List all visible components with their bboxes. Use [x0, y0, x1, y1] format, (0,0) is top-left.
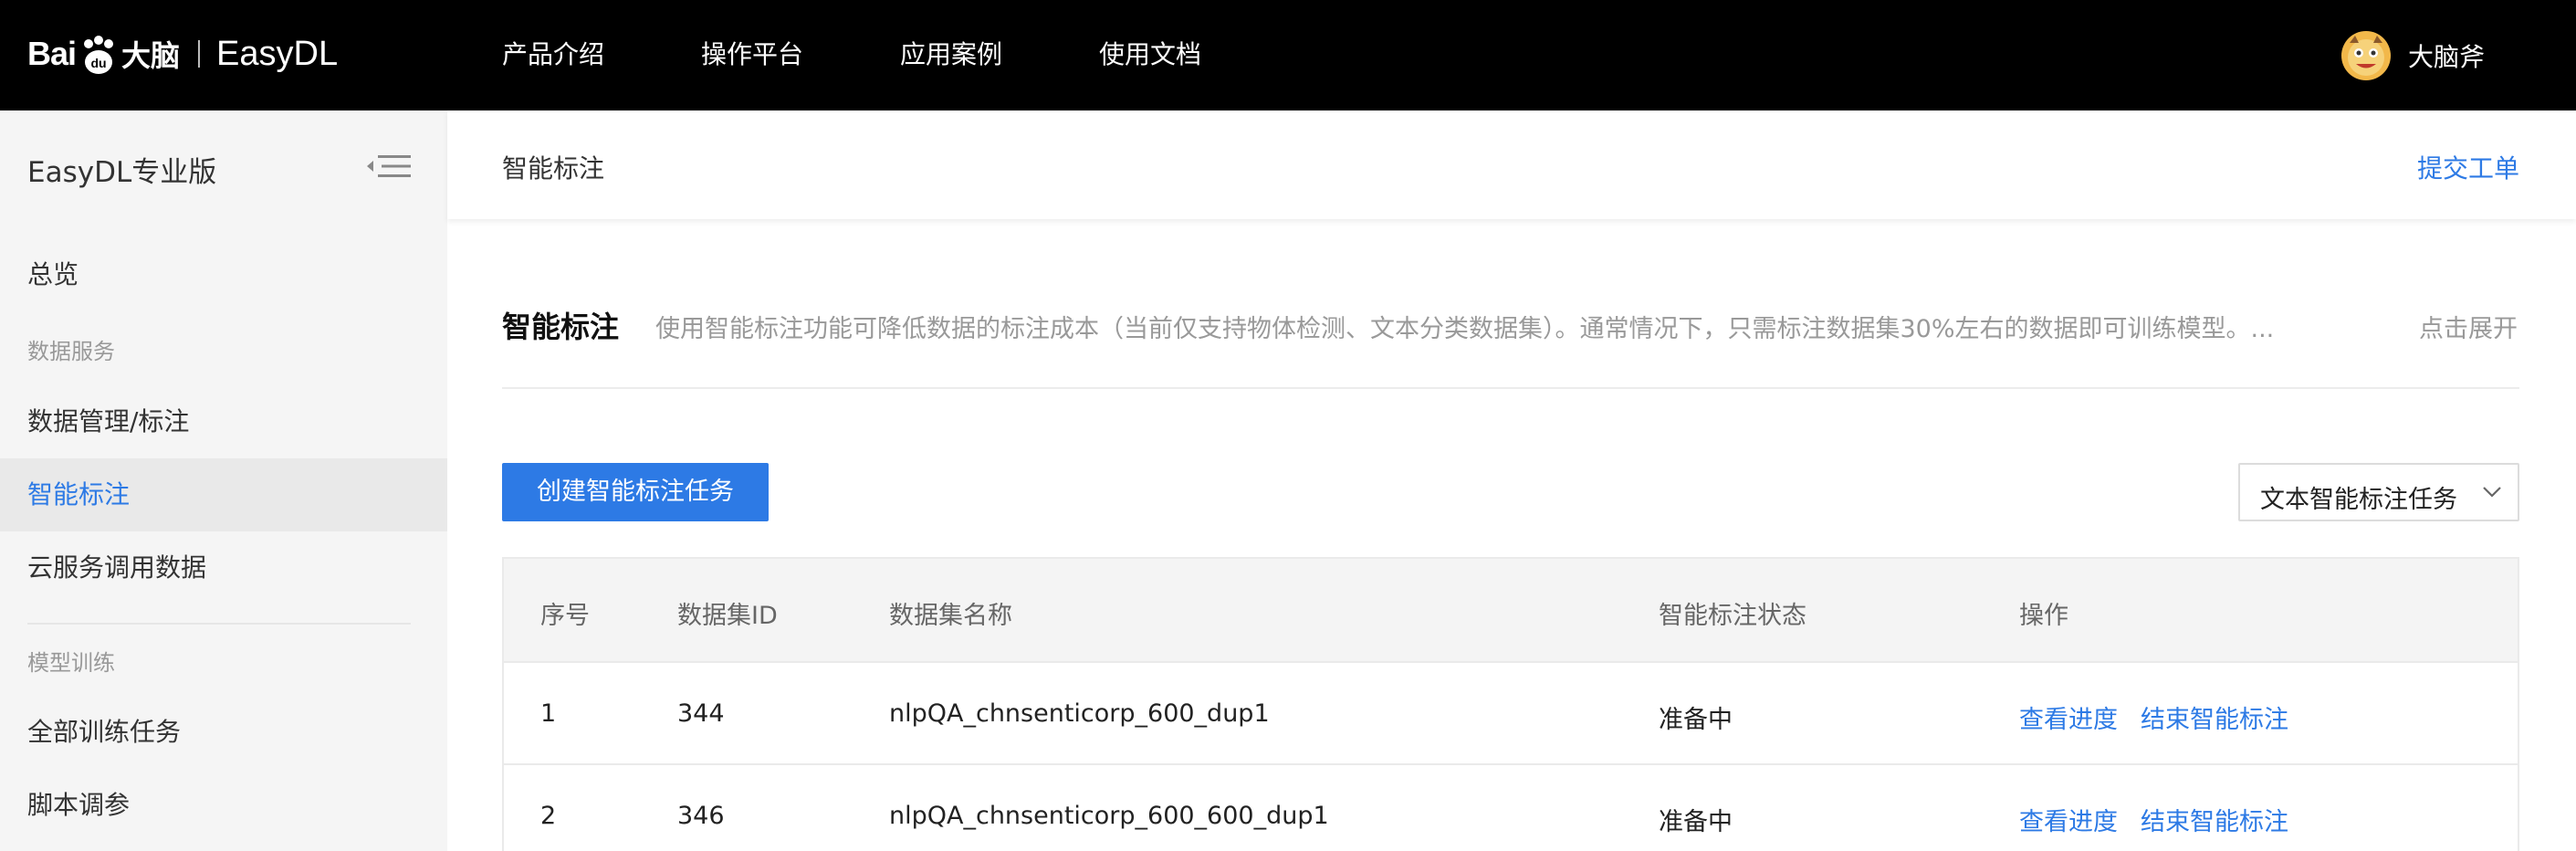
logo-divider: [198, 40, 201, 68]
table-row: 1 344 nlpQA_chnsenticorp_600_dup1 准备中 查看…: [504, 661, 2518, 763]
sidebar-item-overview[interactable]: 总览: [0, 238, 447, 311]
page-title: 智能标注: [502, 310, 620, 344]
sidebar-item-cloud-service-data[interactable]: 云服务调用数据: [0, 531, 447, 604]
sidebar-item-data-management[interactable]: 数据管理/标注: [0, 385, 447, 458]
nav-docs[interactable]: 使用文档: [1099, 35, 1201, 71]
column-header-index: 序号: [540, 602, 590, 630]
column-header-dataset-id: 数据集ID: [677, 602, 778, 630]
task-type-select-value: 文本智能标注任务: [2260, 486, 2457, 514]
cell-status: 准备中: [1659, 706, 1733, 734]
page-subheader: 智能标注 提交工单: [447, 110, 2576, 219]
nav-cases[interactable]: 应用案例: [900, 35, 1002, 71]
task-type-select[interactable]: 文本智能标注任务: [2238, 463, 2519, 521]
cell-status: 准备中: [1659, 808, 1733, 836]
nav-product-intro[interactable]: 产品介绍: [502, 35, 604, 71]
svg-text:du: du: [90, 56, 106, 70]
sidebar-group-model-training: 模型训练: [27, 650, 115, 676]
cell-dataset-name: nlpQA_chnsenticorp_600_dup1: [889, 699, 1270, 728]
top-navigation-bar: Bai du 大脑 EasyDL 产品介绍 操作平台 应用案例 使用文档 大脑斧: [0, 0, 2576, 110]
sidebar-group-data-services: 数据服务: [27, 339, 115, 364]
top-nav: 产品介绍 操作平台 应用案例 使用文档: [502, 35, 1298, 71]
user-avatar-icon: [2340, 31, 2391, 80]
user-menu[interactable]: 大脑斧: [2340, 30, 2485, 81]
sidebar-title: EasyDL专业版: [27, 156, 217, 189]
user-name: 大脑斧: [2407, 42, 2485, 72]
end-smart-labeling-link[interactable]: 结束智能标注: [2141, 802, 2288, 837]
sidebar-item-smart-labeling[interactable]: 智能标注: [0, 458, 447, 531]
table-header: 序号 数据集ID 数据集名称 智能标注状态 操作: [504, 559, 2518, 661]
baidu-paw-icon: du: [84, 36, 114, 74]
sidebar-header: EasyDL专业版: [0, 110, 447, 220]
nav-platform[interactable]: 操作平台: [701, 35, 803, 71]
sidebar: EasyDL专业版 总览 数据服务 数据管理/标注 智能标注 云服务调用数据 模…: [0, 110, 447, 851]
sidebar-item-script-tuning[interactable]: 脚本调参: [0, 769, 447, 842]
cell-dataset-name: nlpQA_chnsenticorp_600_600_dup1: [889, 802, 1329, 830]
menu-collapse-icon[interactable]: [365, 152, 413, 180]
cell-index: 2: [540, 802, 557, 830]
breadcrumb: 智能标注: [502, 153, 605, 184]
view-progress-link[interactable]: 查看进度: [2019, 699, 2118, 735]
end-smart-labeling-link[interactable]: 结束智能标注: [2141, 699, 2288, 735]
expand-link[interactable]: 点击展开: [2419, 309, 2518, 344]
table-row: 2 346 nlpQA_chnsenticorp_600_600_dup1 准备…: [504, 763, 2518, 851]
column-header-dataset-name: 数据集名称: [889, 602, 1012, 630]
baidu-easydl-logo[interactable]: Bai du 大脑 EasyDL: [27, 22, 338, 86]
logo-dn-text: 大脑: [121, 38, 181, 73]
page-description: 使用智能标注功能可降低数据的标注成本（当前仅支持物体检测、文本分类数据集）。通常…: [655, 315, 2275, 343]
sidebar-item-all-training-tasks[interactable]: 全部训练任务: [0, 696, 447, 769]
column-header-actions: 操作: [2019, 602, 2068, 630]
cell-index: 1: [540, 699, 557, 728]
logo-product-text: EasyDL: [216, 34, 339, 73]
cell-dataset-id: 346: [677, 802, 725, 830]
smart-labeling-table: 序号 数据集ID 数据集名称 智能标注状态 操作 1 344 nlpQA_chn…: [502, 557, 2519, 851]
sidebar-divider: [27, 623, 411, 625]
view-progress-link[interactable]: 查看进度: [2019, 802, 2118, 837]
chevron-down-icon: [2483, 487, 2501, 498]
cell-dataset-id: 344: [677, 699, 725, 728]
column-header-status: 智能标注状态: [1659, 602, 1806, 630]
create-smart-labeling-task-button[interactable]: 创建智能标注任务: [502, 463, 769, 521]
submit-ticket-link[interactable]: 提交工单: [2417, 149, 2519, 185]
section-divider: [502, 387, 2519, 389]
logo-bai-text: Bai: [27, 35, 77, 72]
